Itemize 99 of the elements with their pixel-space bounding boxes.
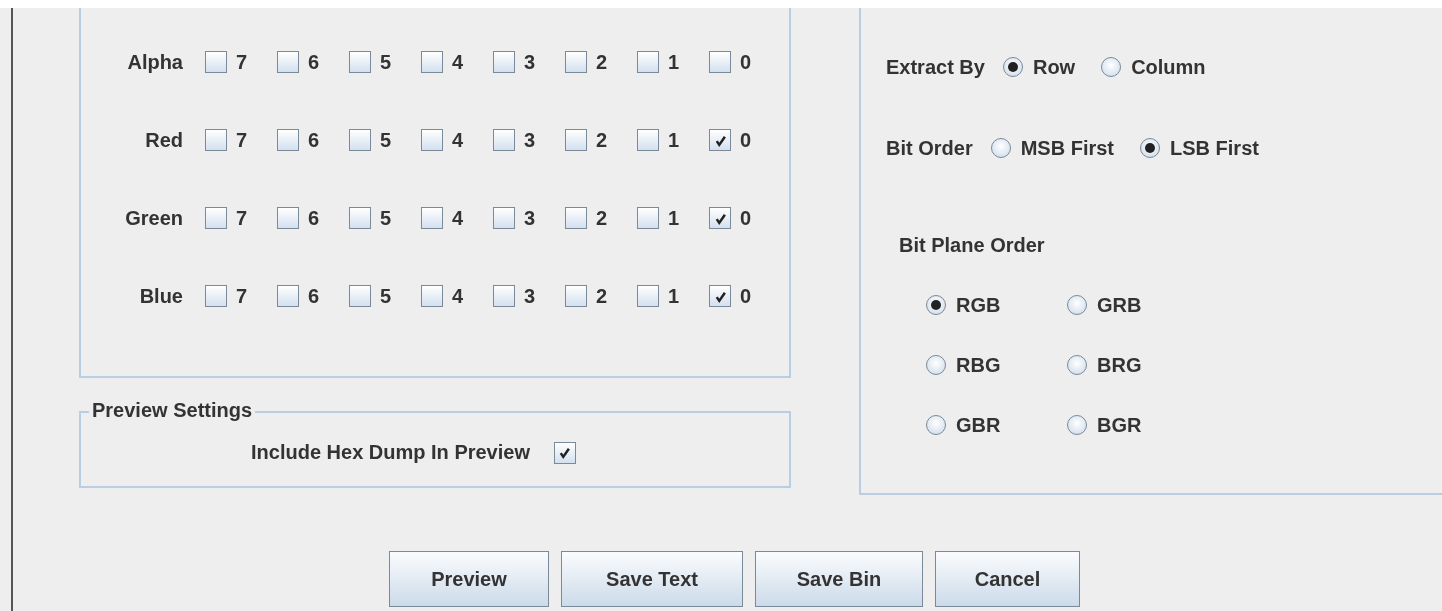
bit-label: 1 bbox=[668, 50, 680, 74]
checkbox[interactable] bbox=[637, 207, 659, 229]
radio-button[interactable] bbox=[990, 138, 1011, 158]
radio-button[interactable] bbox=[926, 355, 946, 375]
checkbox[interactable] bbox=[709, 129, 731, 151]
bit-label: 3 bbox=[524, 284, 536, 308]
radio-label: LSB First bbox=[1170, 136, 1259, 160]
checkbox[interactable] bbox=[637, 285, 659, 307]
bit-label: 6 bbox=[308, 284, 320, 308]
bit-label: 4 bbox=[452, 206, 464, 230]
bit-label: 5 bbox=[380, 284, 392, 308]
bit-label: 5 bbox=[380, 128, 392, 152]
bit-label: 1 bbox=[668, 284, 680, 308]
panel-title: Preview Settings bbox=[89, 399, 256, 422]
checkbox[interactable] bbox=[277, 207, 299, 229]
checkbox[interactable] bbox=[205, 51, 227, 73]
radio-label: BGR bbox=[1097, 413, 1142, 437]
checkbox[interactable] bbox=[493, 285, 515, 307]
bit-label: 0 bbox=[740, 206, 752, 230]
checkbox[interactable] bbox=[421, 207, 443, 229]
bit-label: 4 bbox=[452, 50, 464, 74]
bit-label: 2 bbox=[596, 284, 608, 308]
checkbox[interactable] bbox=[349, 129, 371, 151]
checkbox[interactable] bbox=[709, 285, 731, 307]
bit-label: 3 bbox=[524, 128, 536, 152]
bit-label: 2 bbox=[596, 128, 608, 152]
checkbox[interactable] bbox=[349, 285, 371, 307]
checkbox[interactable] bbox=[493, 129, 515, 151]
bit-label: 0 bbox=[740, 284, 752, 308]
checkbox[interactable] bbox=[349, 207, 371, 229]
bit-label: 6 bbox=[308, 206, 320, 230]
checkbox[interactable] bbox=[421, 51, 443, 73]
checkbox[interactable] bbox=[554, 441, 576, 464]
bit-label: 5 bbox=[380, 206, 392, 230]
checkbox[interactable] bbox=[565, 51, 587, 73]
radio-button[interactable] bbox=[1002, 57, 1023, 77]
bit-label: 3 bbox=[524, 206, 536, 230]
radio-label: GRB bbox=[1097, 293, 1142, 317]
dialog-button[interactable]: Save Text bbox=[561, 551, 743, 607]
dialog-button[interactable]: Cancel bbox=[935, 551, 1080, 607]
radio-label: Row bbox=[1032, 55, 1076, 79]
radio-button[interactable] bbox=[1101, 57, 1122, 77]
channel-label: Red bbox=[144, 128, 183, 152]
bit-label: 1 bbox=[668, 128, 680, 152]
bit-label: 5 bbox=[380, 50, 392, 74]
radio-button[interactable] bbox=[1067, 415, 1087, 435]
bit-label: 2 bbox=[596, 50, 608, 74]
channel-label: Green bbox=[124, 206, 183, 230]
checkbox[interactable] bbox=[277, 129, 299, 151]
radio-button[interactable] bbox=[926, 295, 946, 315]
checkbox[interactable] bbox=[205, 207, 227, 229]
channel-label: Blue bbox=[138, 284, 183, 308]
checkbox[interactable] bbox=[709, 207, 731, 229]
bit-label: 4 bbox=[452, 284, 464, 308]
checkbox[interactable] bbox=[493, 207, 515, 229]
radio-label: MSB First bbox=[1020, 136, 1115, 160]
checkbox[interactable] bbox=[205, 129, 227, 151]
radio-label: RBG bbox=[956, 353, 1001, 377]
dialog-button[interactable]: Save Bin bbox=[755, 551, 923, 607]
radio-button[interactable] bbox=[1140, 138, 1161, 158]
bit-label: 7 bbox=[236, 128, 248, 152]
checkbox[interactable] bbox=[565, 285, 587, 307]
radio-button[interactable] bbox=[1067, 355, 1087, 375]
bit-label: 6 bbox=[308, 50, 320, 74]
checkbox[interactable] bbox=[421, 285, 443, 307]
dialog-button[interactable]: Preview bbox=[389, 551, 549, 607]
checkbox[interactable] bbox=[421, 129, 443, 151]
radio-label: Column bbox=[1131, 55, 1206, 79]
bit-label: 7 bbox=[236, 50, 248, 74]
checkbox[interactable] bbox=[637, 129, 659, 151]
field-label: Extract By bbox=[886, 55, 985, 79]
checkbox[interactable] bbox=[565, 129, 587, 151]
check-icon bbox=[557, 445, 573, 460]
checkbox[interactable] bbox=[565, 207, 587, 229]
bit-label: 7 bbox=[236, 284, 248, 308]
bit-label: 6 bbox=[308, 128, 320, 152]
bit-label: 1 bbox=[668, 206, 680, 230]
bit-label: 2 bbox=[596, 206, 608, 230]
radio-label: RGB bbox=[956, 293, 1001, 317]
bit-label: 7 bbox=[236, 206, 248, 230]
field-label: Bit Order bbox=[886, 136, 973, 160]
radio-label: GBR bbox=[956, 413, 1001, 437]
bit-label: 4 bbox=[452, 128, 464, 152]
checkbox[interactable] bbox=[277, 51, 299, 73]
channel-label: Alpha bbox=[126, 50, 183, 74]
checkbox[interactable] bbox=[709, 51, 731, 73]
bit-label: 0 bbox=[740, 50, 752, 74]
checkbox[interactable] bbox=[349, 51, 371, 73]
bit-label: 0 bbox=[740, 128, 752, 152]
checkbox[interactable] bbox=[205, 285, 227, 307]
bit-label: 3 bbox=[524, 50, 536, 74]
radio-label: BRG bbox=[1097, 353, 1142, 377]
radio-button[interactable] bbox=[1067, 295, 1087, 315]
checkbox[interactable] bbox=[637, 51, 659, 73]
checkbox[interactable] bbox=[493, 51, 515, 73]
section-label: Bit Plane Order bbox=[899, 234, 1046, 257]
checkbox[interactable] bbox=[277, 285, 299, 307]
checkbox-label: Include Hex Dump In Preview bbox=[251, 441, 530, 464]
radio-button[interactable] bbox=[926, 415, 946, 435]
